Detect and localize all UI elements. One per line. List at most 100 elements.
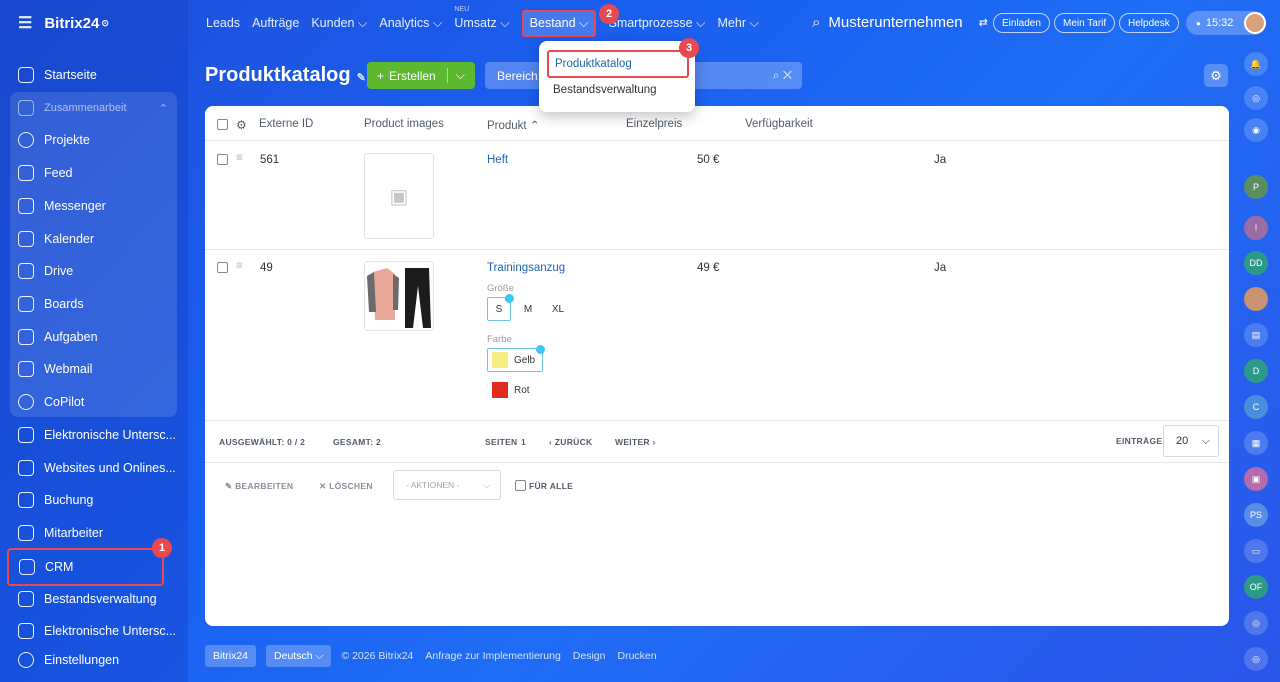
- search-icon: ⌕: [812, 14, 821, 31]
- sidebar-item-booking[interactable]: Buchung: [8, 485, 178, 515]
- create-button[interactable]: + Erstellen ⌵: [367, 62, 475, 89]
- plus-icon: +: [377, 68, 385, 83]
- nav-analytics[interactable]: Analytics ⌵: [379, 16, 442, 31]
- sidebar-item-esign-2[interactable]: Elektronische Untersc...: [8, 616, 178, 646]
- header-product[interactable]: Produkt ⌃: [487, 118, 539, 132]
- contact-avatar[interactable]: C: [1244, 395, 1268, 419]
- product-image[interactable]: [364, 261, 434, 331]
- next-page-button[interactable]: WEITER ›: [615, 437, 656, 447]
- sidebar-item-copilot[interactable]: CoPilot: [8, 387, 178, 417]
- sidebar-item-websites[interactable]: Websites und Onlines...: [8, 453, 178, 483]
- bot-icon[interactable]: ◎: [1244, 647, 1268, 671]
- sidebar-item-drive[interactable]: Drive: [8, 256, 178, 286]
- step-badge-1: 1: [152, 538, 172, 558]
- menu-icon[interactable]: ☰: [18, 13, 32, 33]
- color-option-red[interactable]: Rot: [487, 378, 537, 402]
- row-checkbox[interactable]: [217, 154, 228, 165]
- sidebar-item-projects[interactable]: Projekte: [8, 125, 178, 155]
- grid-settings-icon[interactable]: ⚙: [236, 118, 247, 132]
- select-all-checkbox[interactable]: [217, 119, 228, 130]
- pin-icon[interactable]: ✎: [357, 72, 366, 84]
- nav-orders[interactable]: Aufträge: [252, 16, 299, 30]
- nav-smart-processes[interactable]: Smartprozesse ⌵: [608, 16, 705, 31]
- header-availability[interactable]: Verfügbarkeit: [745, 118, 813, 130]
- user-avatar[interactable]: [1244, 12, 1266, 34]
- header-price[interactable]: Einzelpreis: [626, 118, 682, 130]
- nav-sales[interactable]: NEU Umsatz ⌵: [454, 6, 509, 31]
- bot-icon[interactable]: ◎: [1244, 611, 1268, 635]
- boards-icon: [18, 296, 34, 312]
- product-link[interactable]: Trainingsanzug: [487, 262, 565, 274]
- for-all-checkbox[interactable]: [515, 480, 526, 491]
- product-link[interactable]: Heft: [487, 154, 508, 166]
- delete-button[interactable]: ✕ LÖSCHEN: [319, 481, 373, 492]
- sidebar-item-label: Buchung: [44, 493, 94, 507]
- sidebar-item-calendar[interactable]: Kalender: [8, 224, 178, 254]
- helpdesk-button[interactable]: Helpdesk: [1119, 13, 1179, 33]
- footer-brand[interactable]: Bitrix24: [205, 645, 257, 667]
- header-product-images[interactable]: Product images: [364, 118, 444, 130]
- page-number[interactable]: 1: [521, 437, 526, 447]
- copyright: © 2026 Bitrix24: [341, 650, 414, 662]
- entries-select[interactable]: 20 ⌵: [1163, 425, 1219, 457]
- sidebar-item-feed[interactable]: Feed: [8, 158, 178, 188]
- language-select[interactable]: Deutsch ⌵: [266, 645, 332, 667]
- prev-page-button[interactable]: ‹ ZURÜCK: [549, 437, 592, 447]
- footer-link-print[interactable]: Drucken: [617, 650, 656, 662]
- contact-avatar[interactable]: PS: [1244, 503, 1268, 527]
- sort-asc-icon: ⌃: [529, 120, 540, 132]
- chevron-down-icon[interactable]: ⌵: [446, 68, 465, 83]
- header-external-id[interactable]: Externe ID: [259, 118, 313, 130]
- nav-stock[interactable]: Bestand ⌵: [521, 9, 597, 37]
- copilot-icon[interactable]: ◎: [1244, 86, 1268, 110]
- drag-handle-icon[interactable]: ≡: [236, 260, 243, 272]
- footer-link-implementation[interactable]: Anfrage zur Implementierung: [425, 650, 560, 662]
- nav-more[interactable]: Mehr ⌵: [718, 16, 759, 31]
- nav-leads[interactable]: Leads: [206, 16, 240, 30]
- size-option-m[interactable]: M: [516, 297, 540, 321]
- sidebar-item-webmail[interactable]: Webmail: [8, 354, 178, 384]
- sidebar-item-label: Startseite: [44, 68, 97, 82]
- sidebar-item-esign[interactable]: Elektronische Untersc...: [8, 420, 178, 450]
- chat-icon[interactable]: ▤: [1244, 323, 1268, 347]
- alert-icon[interactable]: !: [1244, 216, 1268, 240]
- brand[interactable]: ☰ Bitrix24 ⊙: [18, 12, 109, 34]
- contact-photo-avatar[interactable]: [1244, 287, 1268, 311]
- contact-avatar[interactable]: D: [1244, 359, 1268, 383]
- notifications-icon[interactable]: 🔔: [1244, 52, 1268, 76]
- menu-item-product-catalog[interactable]: Produktkatalog: [547, 50, 689, 78]
- sidebar-item-inventory[interactable]: Bestandsverwaltung: [8, 584, 178, 614]
- nav-customers[interactable]: Kunden ⌵: [311, 16, 367, 31]
- sidebar-item-settings[interactable]: Einstellungen: [8, 645, 178, 675]
- image-placeholder-icon[interactable]: ▣: [364, 153, 434, 239]
- sidebar-item-tasks[interactable]: Aufgaben: [8, 322, 178, 352]
- chat-search-icon[interactable]: ◉: [1244, 118, 1268, 142]
- sidebar-item-crm[interactable]: CRM: [7, 548, 164, 586]
- footer-link-design[interactable]: Design: [573, 650, 606, 662]
- sidebar-group-header[interactable]: Zusammenarbeit ⌃: [8, 93, 178, 123]
- calendar-icon[interactable]: ▣: [1244, 467, 1268, 491]
- company-search[interactable]: ⌕ Musterunternehmen ⇄: [812, 14, 988, 31]
- actions-select[interactable]: - AKTIONEN - ⌵: [393, 470, 501, 500]
- color-option-yellow[interactable]: Gelb: [487, 348, 543, 372]
- menu-item-inventory-management[interactable]: Bestandsverwaltung: [553, 84, 657, 96]
- settings-gear-icon[interactable]: ⚙: [1204, 64, 1228, 87]
- edit-button[interactable]: ✎ BEARBEITEN: [225, 481, 293, 492]
- search-icon[interactable]: ⌕ ✕: [773, 68, 792, 83]
- contact-avatar[interactable]: P: [1244, 175, 1268, 199]
- brand-label: Bitrix24: [44, 14, 100, 32]
- tariff-button[interactable]: Mein Tarif: [1054, 13, 1116, 33]
- message-icon[interactable]: ▭: [1244, 539, 1268, 563]
- row-checkbox[interactable]: [217, 262, 228, 273]
- group-icon[interactable]: ▦: [1244, 431, 1268, 455]
- sidebar-item-boards[interactable]: Boards: [8, 289, 178, 319]
- sidebar-item-home[interactable]: Startseite: [8, 60, 178, 90]
- invite-button[interactable]: Einladen: [993, 13, 1050, 33]
- size-option-xl[interactable]: XL: [545, 297, 571, 321]
- prev-label: ZURÜCK: [554, 437, 593, 447]
- drag-handle-icon[interactable]: ≡: [236, 152, 243, 164]
- copilot-icon: [18, 394, 34, 410]
- sidebar-item-messenger[interactable]: Messenger: [8, 191, 178, 221]
- contact-avatar[interactable]: DD: [1244, 251, 1268, 275]
- contact-avatar[interactable]: OF: [1244, 575, 1268, 599]
